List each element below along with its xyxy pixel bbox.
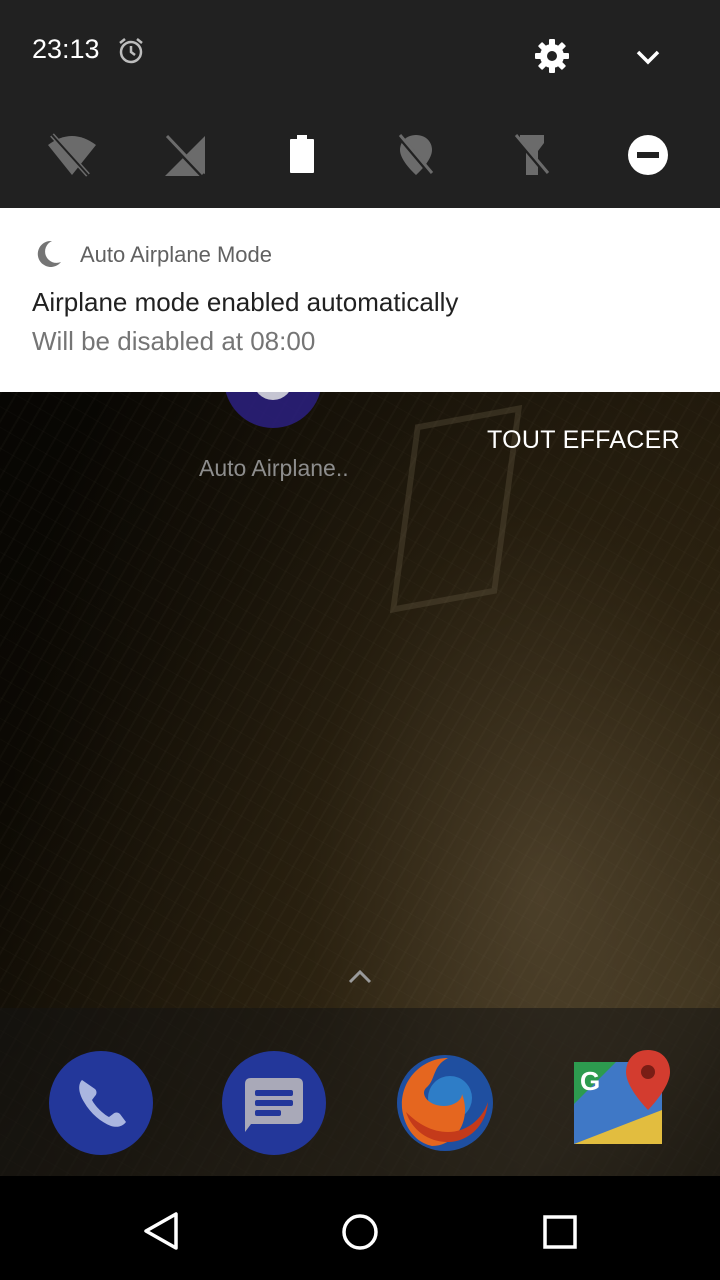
home-app-label: Auto Airplane.. (199, 455, 349, 481)
flashlight-off-icon (514, 134, 550, 177)
svg-text:G: G (580, 1066, 600, 1096)
back-icon[interactable] (140, 1210, 182, 1252)
chevron-down-icon[interactable] (630, 42, 666, 72)
qs-wifi-tile[interactable] (42, 125, 102, 185)
cellular-off-icon (165, 134, 207, 178)
qs-flashlight-tile[interactable] (502, 125, 562, 185)
chevron-up-icon[interactable] (346, 964, 374, 988)
qs-location-tile[interactable] (386, 125, 446, 185)
firefox-app-icon[interactable] (392, 1050, 498, 1156)
battery-icon (290, 135, 314, 173)
alarm-clock-icon (119, 38, 143, 64)
gear-icon[interactable] (532, 36, 572, 76)
wifi-off-icon (48, 133, 96, 177)
quick-settings-row (0, 125, 720, 185)
clear-all-button[interactable]: TOUT EFFACER (487, 426, 680, 455)
qs-mobile-data-tile[interactable] (156, 125, 216, 185)
quick-settings-panel: 23:13 (0, 0, 720, 208)
qs-battery-tile[interactable] (272, 125, 332, 185)
messages-app-icon[interactable] (221, 1050, 327, 1156)
location-off-icon (398, 134, 434, 177)
recents-icon[interactable] (540, 1212, 580, 1252)
phone-app-icon[interactable] (48, 1050, 154, 1156)
notification-title: Airplane mode enabled automatically (32, 287, 459, 317)
moon-icon (37, 240, 61, 267)
qs-dnd-tile[interactable] (618, 125, 678, 185)
notification-app-name: Auto Airplane Mode (80, 242, 273, 267)
home-icon[interactable] (340, 1212, 380, 1252)
do-not-disturb-icon (628, 135, 668, 175)
clock: 23:13 (32, 34, 100, 64)
maps-app-icon[interactable]: G (568, 1050, 674, 1156)
notification-text: Will be disabled at 08:00 (32, 326, 316, 356)
